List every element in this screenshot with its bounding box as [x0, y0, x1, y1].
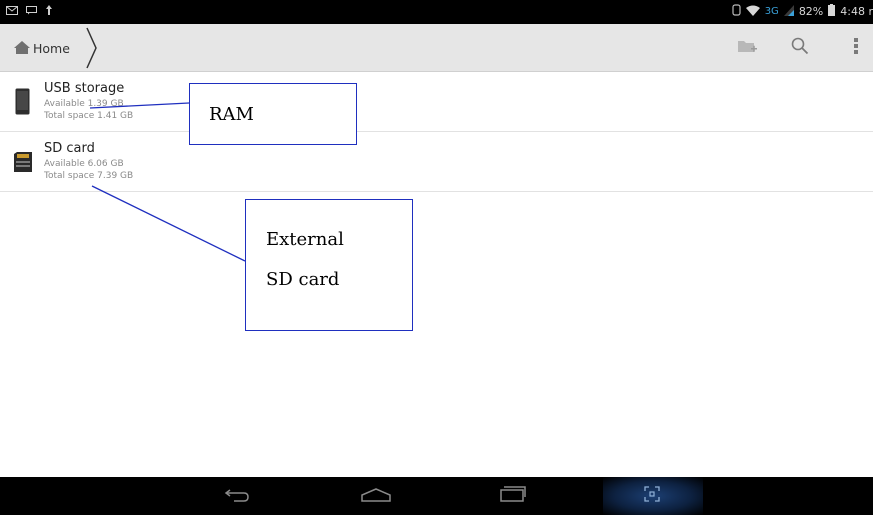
storage-name: SD card: [44, 141, 95, 156]
new-folder-button[interactable]: [733, 34, 761, 62]
sd-callout-label-line2: SD card: [266, 269, 340, 290]
battery-level: 82%: [798, 5, 824, 18]
navigation-bar: [0, 477, 873, 515]
sd-callout: External SD card: [245, 199, 413, 331]
search-button[interactable]: [786, 34, 814, 62]
overflow-menu-icon: [854, 38, 858, 58]
storage-item-sd[interactable]: SD card Available 6.06 GB Total space 7.…: [0, 132, 873, 192]
recent-apps-button[interactable]: [498, 484, 528, 508]
sd-callout-label-line1: External: [266, 229, 344, 250]
screen: 3G 82% 4:48 r Home USB storage Available…: [0, 0, 873, 515]
message-notification-icon[interactable]: [26, 5, 37, 18]
screenshot-icon: [644, 486, 660, 506]
recent-apps-icon: [500, 486, 526, 506]
storage-list: USB storage Available 1.39 GB Total spac…: [0, 72, 873, 192]
ram-callout-label: RAM: [209, 104, 254, 125]
storage-total: Total space 1.41 GB: [44, 111, 134, 121]
signal-strength-icon: [783, 4, 794, 19]
ram-callout: RAM: [189, 83, 357, 145]
home-icon: [14, 39, 30, 58]
clock: 4:48 r: [840, 5, 873, 18]
sd-card-icon: [14, 152, 32, 176]
search-icon: [791, 37, 809, 59]
storage-available: Available 6.06 GB: [44, 159, 124, 169]
wifi-icon: [745, 5, 760, 19]
storage-name: USB storage: [44, 81, 125, 96]
sd-leader-line: [91, 185, 246, 262]
home-nav-icon: [361, 487, 391, 506]
network-type: 3G: [764, 6, 779, 17]
status-bar: 3G 82% 4:48 r: [0, 0, 873, 24]
tablet-device-icon: [15, 88, 30, 119]
breadcrumb-label: Home: [33, 40, 70, 56]
battery-icon: [828, 4, 836, 19]
back-button[interactable]: [222, 484, 252, 508]
usb-debug-icon[interactable]: [45, 5, 53, 18]
action-bar: Home: [0, 24, 873, 72]
storage-total: Total space 7.39 GB: [44, 171, 134, 181]
back-icon: [224, 487, 250, 506]
overflow-menu-button[interactable]: [842, 34, 870, 62]
breadcrumb-home[interactable]: Home: [14, 32, 70, 64]
home-button[interactable]: [361, 484, 391, 508]
storage-available: Available 1.39 GB: [44, 99, 124, 109]
new-folder-icon: [737, 38, 757, 58]
screenshot-button[interactable]: [637, 484, 667, 508]
email-notification-icon[interactable]: [6, 5, 18, 18]
breadcrumb-chevron-icon: [86, 26, 98, 74]
alarm-icon: [732, 4, 741, 19]
storage-item-usb[interactable]: USB storage Available 1.39 GB Total spac…: [0, 72, 873, 132]
